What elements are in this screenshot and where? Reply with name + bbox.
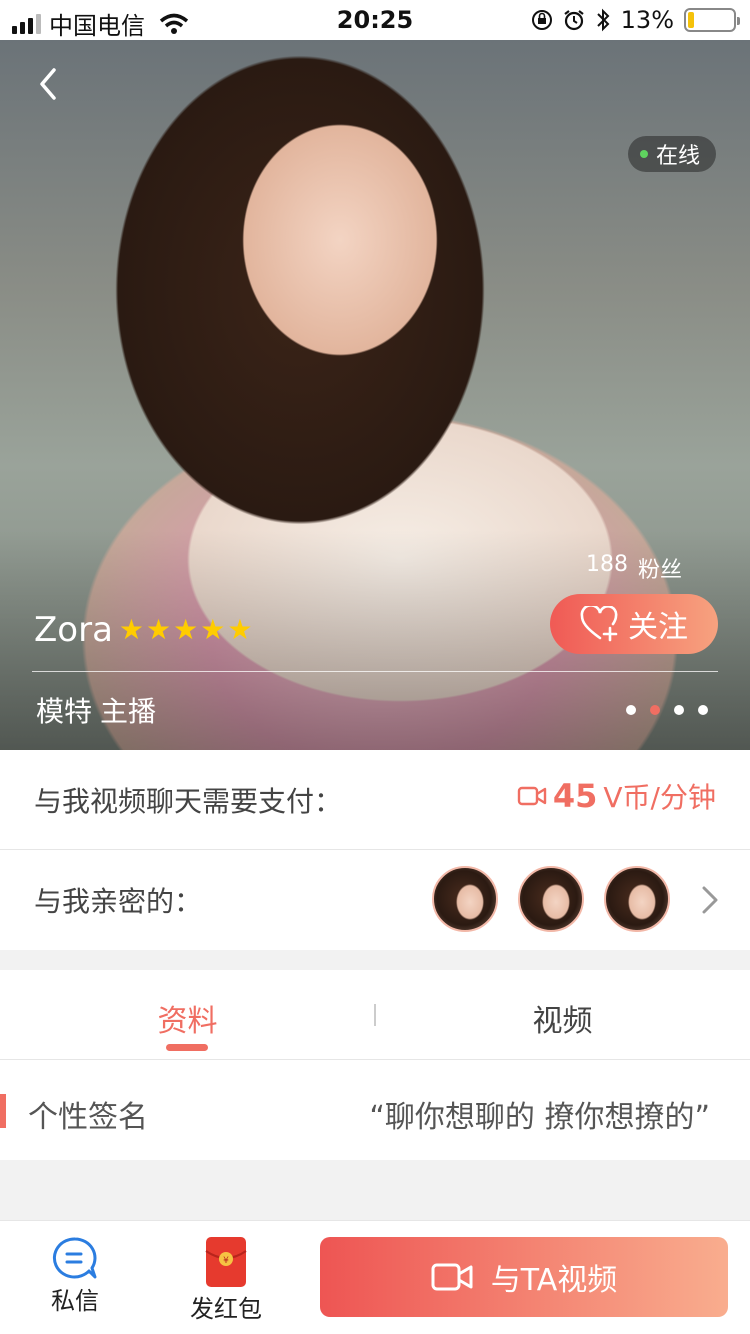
star-icon: ★ <box>200 613 226 646</box>
fans-number: 188 <box>585 552 628 577</box>
price-label: 与我视频聊天需要支付： <box>34 785 343 818</box>
red-packet-label: 发红包 <box>190 1295 262 1323</box>
price-amount: 45 <box>552 777 598 815</box>
follow-label: 关注 <box>628 610 688 645</box>
rotation-lock-icon <box>531 10 552 30</box>
signature-accent-bar <box>0 1094 6 1128</box>
message-button[interactable]: 私信 <box>40 1235 110 1316</box>
profile-photo-carousel[interactable]: 在线 188 粉丝 关注 Zora ★ ★ ★ ★ ★ 模特 主播 <box>0 40 750 750</box>
signature-row: 个性签名 “聊你想聊的 撩你想撩的” <box>0 1060 750 1160</box>
star-icon: ★ <box>118 613 145 646</box>
profile-tag: 模特 <box>36 695 93 728</box>
message-label: 私信 <box>51 1287 99 1315</box>
battery-percent: 13% <box>620 6 674 34</box>
intimate-label: 与我亲密的： <box>34 885 203 918</box>
signature-label: 个性签名 <box>28 1100 148 1135</box>
follow-button[interactable]: 关注 <box>550 594 718 654</box>
video-camera-icon <box>431 1263 473 1291</box>
red-packet-icon: ¥ <box>205 1237 247 1287</box>
video-camera-icon <box>517 786 547 806</box>
carousel-dot[interactable] <box>674 705 684 715</box>
profile-tags: 模特 主播 <box>36 690 156 730</box>
star-icon: ★ <box>227 613 253 646</box>
name-row: Zora ★ ★ ★ ★ ★ <box>34 610 252 650</box>
profile-name: Zora <box>34 610 113 650</box>
fans-label: 粉丝 <box>637 558 682 583</box>
bluetooth-icon <box>596 8 610 32</box>
carousel-dot[interactable] <box>650 705 660 715</box>
tab-video[interactable]: 视频 <box>375 996 750 1040</box>
carousel-dot[interactable] <box>626 705 636 715</box>
chat-bubble-icon <box>52 1237 97 1279</box>
star-icon: ★ <box>173 613 199 646</box>
video-call-label: 与TA视频 <box>490 1263 618 1298</box>
video-call-button[interactable]: 与TA视频 <box>320 1237 728 1317</box>
chevron-right-icon[interactable] <box>700 884 720 916</box>
avatar[interactable] <box>432 866 498 932</box>
video-price-row: 与我视频聊天需要支付： 45 V币/分钟 <box>0 750 750 850</box>
intimate-friends-row[interactable]: 与我亲密的： <box>0 850 750 950</box>
carousel-dot[interactable] <box>698 705 708 715</box>
battery-icon <box>684 8 740 32</box>
intimate-avatars <box>432 866 670 932</box>
red-packet-button[interactable]: ¥ 发红包 <box>186 1235 266 1324</box>
carousel-indicator <box>626 705 708 715</box>
price-unit: V币/分钟 <box>603 781 716 814</box>
online-label: 在线 <box>655 144 700 169</box>
star-icon: ★ <box>146 613 172 646</box>
signature-value: “聊你想聊的 撩你想撩的” <box>369 1100 710 1135</box>
tab-active-indicator <box>166 1044 208 1051</box>
price-value: 45 V币/分钟 <box>517 776 716 816</box>
fans-count: 188 粉丝 <box>586 552 682 584</box>
back-icon[interactable] <box>30 64 70 104</box>
avatar[interactable] <box>604 866 670 932</box>
profile-tag: 主播 <box>100 695 157 728</box>
online-status-badge: 在线 <box>627 136 716 172</box>
status-bar: 中国电信 20:25 13% <box>0 0 750 40</box>
svg-text:¥: ¥ <box>223 1256 229 1266</box>
heart-plus-icon <box>580 606 618 642</box>
divider <box>32 671 718 672</box>
avatar[interactable] <box>518 866 584 932</box>
star-rating: ★ ★ ★ ★ ★ <box>119 616 253 644</box>
tab-profile[interactable]: 资料 <box>0 996 375 1040</box>
alarm-icon <box>563 10 584 31</box>
status-icons: 13% <box>531 6 740 34</box>
tab-bar: 资料 视频 <box>0 970 750 1060</box>
bottom-action-bar: 私信 ¥ 发红包 与TA视频 <box>0 1220 750 1334</box>
online-dot-icon <box>639 150 648 158</box>
